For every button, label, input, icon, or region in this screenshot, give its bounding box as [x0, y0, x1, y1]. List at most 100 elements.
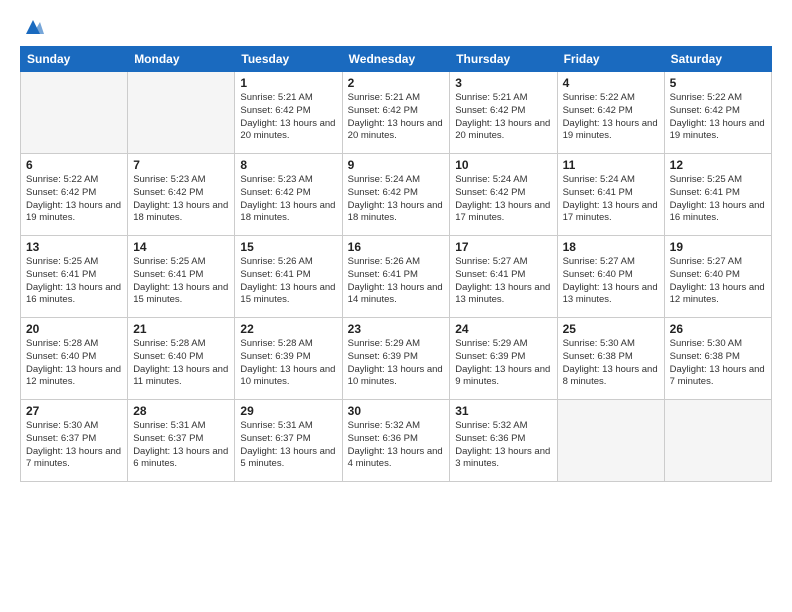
day-cell: 14 Sunrise: 5:25 AM Sunset: 6:41 PM Dayli… — [128, 236, 235, 318]
day-cell: 25 Sunrise: 5:30 AM Sunset: 6:38 PM Dayli… — [557, 318, 664, 400]
day-cell: 2 Sunrise: 5:21 AM Sunset: 6:42 PM Daylig… — [342, 72, 450, 154]
day-info: Sunrise: 5:30 AM Sunset: 6:37 PM Dayligh… — [26, 420, 122, 471]
day-cell: 8Sunrise: 5:23 AM Sunset: 6:42 PM Daylig… — [235, 154, 342, 236]
day-info: Sunrise: 5:28 AM Sunset: 6:39 PM Dayligh… — [240, 338, 336, 389]
day-cell: 30 Sunrise: 5:32 AM Sunset: 6:36 PM Dayli… — [342, 400, 450, 482]
day-info: Sunrise: 5:30 AM Sunset: 6:38 PM Dayligh… — [670, 338, 766, 389]
day-cell — [21, 72, 128, 154]
week-row-5: 27 Sunrise: 5:30 AM Sunset: 6:37 PM Dayli… — [21, 400, 772, 482]
day-number: 22 — [240, 322, 336, 336]
day-number: 7 — [133, 158, 229, 172]
day-cell: 12 Sunrise: 5:25 AM Sunset: 6:41 PM Dayli… — [664, 154, 771, 236]
day-info: Sunrise: 5:26 AM Sunset: 6:41 PM Dayligh… — [348, 256, 445, 307]
day-cell: 28 Sunrise: 5:31 AM Sunset: 6:37 PM Dayli… — [128, 400, 235, 482]
day-info: Sunrise: 5:24 AM Sunset: 6:42 PM Dayligh… — [455, 174, 551, 225]
col-header-tuesday: Tuesday — [235, 47, 342, 72]
day-number: 20 — [26, 322, 122, 336]
col-header-monday: Monday — [128, 47, 235, 72]
day-number: 4 — [563, 76, 659, 90]
day-info: Sunrise: 5:22 AM Sunset: 6:42 PM Dayligh… — [670, 92, 766, 143]
day-number: 9 — [348, 158, 445, 172]
day-number: 6 — [26, 158, 122, 172]
day-info: Sunrise: 5:29 AM Sunset: 6:39 PM Dayligh… — [455, 338, 551, 389]
day-info: Sunrise: 5:28 AM Sunset: 6:40 PM Dayligh… — [26, 338, 122, 389]
day-info: Sunrise: 5:30 AM Sunset: 6:38 PM Dayligh… — [563, 338, 659, 389]
calendar-table: SundayMondayTuesdayWednesdayThursdayFrid… — [20, 46, 772, 482]
day-cell: 7 Sunrise: 5:23 AM Sunset: 6:42 PM Daylig… — [128, 154, 235, 236]
day-number: 8 — [240, 158, 336, 172]
day-number: 12 — [670, 158, 766, 172]
day-info: Sunrise: 5:31 AM Sunset: 6:37 PM Dayligh… — [240, 420, 336, 471]
day-info: Sunrise: 5:26 AM Sunset: 6:41 PM Dayligh… — [240, 256, 336, 307]
day-info: Sunrise: 5:25 AM Sunset: 6:41 PM Dayligh… — [26, 256, 122, 307]
day-info: Sunrise: 5:25 AM Sunset: 6:41 PM Dayligh… — [670, 174, 766, 225]
day-number: 16 — [348, 240, 445, 254]
day-number: 28 — [133, 404, 229, 418]
day-cell: 31Sunrise: 5:32 AM Sunset: 6:36 PM Dayli… — [450, 400, 557, 482]
col-header-sunday: Sunday — [21, 47, 128, 72]
day-cell: 13 Sunrise: 5:25 AM Sunset: 6:41 PM Dayli… — [21, 236, 128, 318]
day-cell: 21 Sunrise: 5:28 AM Sunset: 6:40 PM Dayli… — [128, 318, 235, 400]
week-row-1: 1 Sunrise: 5:21 AM Sunset: 6:42 PM Daylig… — [21, 72, 772, 154]
day-cell: 23 Sunrise: 5:29 AM Sunset: 6:39 PM Dayli… — [342, 318, 450, 400]
day-number: 23 — [348, 322, 445, 336]
day-number: 25 — [563, 322, 659, 336]
day-info: Sunrise: 5:27 AM Sunset: 6:41 PM Dayligh… — [455, 256, 551, 307]
day-cell: 5 Sunrise: 5:22 AM Sunset: 6:42 PM Daylig… — [664, 72, 771, 154]
day-number: 21 — [133, 322, 229, 336]
day-number: 1 — [240, 76, 336, 90]
day-number: 30 — [348, 404, 445, 418]
day-number: 27 — [26, 404, 122, 418]
day-info: Sunrise: 5:27 AM Sunset: 6:40 PM Dayligh… — [670, 256, 766, 307]
day-info: Sunrise: 5:29 AM Sunset: 6:39 PM Dayligh… — [348, 338, 445, 389]
day-info: Sunrise: 5:23 AM Sunset: 6:42 PM Dayligh… — [133, 174, 229, 225]
day-cell — [664, 400, 771, 482]
day-number: 10 — [455, 158, 551, 172]
col-header-friday: Friday — [557, 47, 664, 72]
header-row: SundayMondayTuesdayWednesdayThursdayFrid… — [21, 47, 772, 72]
day-info: Sunrise: 5:28 AM Sunset: 6:40 PM Dayligh… — [133, 338, 229, 389]
day-cell: 22 Sunrise: 5:28 AM Sunset: 6:39 PM Dayli… — [235, 318, 342, 400]
day-number: 11 — [563, 158, 659, 172]
day-info: Sunrise: 5:25 AM Sunset: 6:41 PM Dayligh… — [133, 256, 229, 307]
day-cell: 29Sunrise: 5:31 AM Sunset: 6:37 PM Dayli… — [235, 400, 342, 482]
day-cell: 6 Sunrise: 5:22 AM Sunset: 6:42 PM Daylig… — [21, 154, 128, 236]
week-row-3: 13 Sunrise: 5:25 AM Sunset: 6:41 PM Dayli… — [21, 236, 772, 318]
day-number: 2 — [348, 76, 445, 90]
day-cell: 16 Sunrise: 5:26 AM Sunset: 6:41 PM Dayli… — [342, 236, 450, 318]
day-cell: 27 Sunrise: 5:30 AM Sunset: 6:37 PM Dayli… — [21, 400, 128, 482]
day-info: Sunrise: 5:22 AM Sunset: 6:42 PM Dayligh… — [563, 92, 659, 143]
day-info: Sunrise: 5:32 AM Sunset: 6:36 PM Dayligh… — [348, 420, 445, 471]
day-info: Sunrise: 5:24 AM Sunset: 6:42 PM Dayligh… — [348, 174, 445, 225]
day-number: 15 — [240, 240, 336, 254]
day-info: Sunrise: 5:31 AM Sunset: 6:37 PM Dayligh… — [133, 420, 229, 471]
day-info: Sunrise: 5:21 AM Sunset: 6:42 PM Dayligh… — [348, 92, 445, 143]
day-number: 26 — [670, 322, 766, 336]
day-cell: 24 Sunrise: 5:29 AM Sunset: 6:39 PM Dayli… — [450, 318, 557, 400]
page: SundayMondayTuesdayWednesdayThursdayFrid… — [0, 0, 792, 612]
day-info: Sunrise: 5:21 AM Sunset: 6:42 PM Dayligh… — [455, 92, 551, 143]
day-cell: 3Sunrise: 5:21 AM Sunset: 6:42 PM Daylig… — [450, 72, 557, 154]
day-cell: 20 Sunrise: 5:28 AM Sunset: 6:40 PM Dayli… — [21, 318, 128, 400]
week-row-2: 6 Sunrise: 5:22 AM Sunset: 6:42 PM Daylig… — [21, 154, 772, 236]
day-number: 17 — [455, 240, 551, 254]
day-cell — [557, 400, 664, 482]
day-cell — [128, 72, 235, 154]
day-number: 24 — [455, 322, 551, 336]
day-number: 5 — [670, 76, 766, 90]
day-cell: 17 Sunrise: 5:27 AM Sunset: 6:41 PM Dayli… — [450, 236, 557, 318]
logo-icon — [22, 16, 44, 38]
day-info: Sunrise: 5:22 AM Sunset: 6:42 PM Dayligh… — [26, 174, 122, 225]
col-header-thursday: Thursday — [450, 47, 557, 72]
header — [20, 18, 772, 36]
day-number: 14 — [133, 240, 229, 254]
day-cell: 9 Sunrise: 5:24 AM Sunset: 6:42 PM Daylig… — [342, 154, 450, 236]
day-info: Sunrise: 5:24 AM Sunset: 6:41 PM Dayligh… — [563, 174, 659, 225]
day-info: Sunrise: 5:32 AM Sunset: 6:36 PM Dayligh… — [455, 420, 551, 471]
day-number: 13 — [26, 240, 122, 254]
day-cell: 4 Sunrise: 5:22 AM Sunset: 6:42 PM Daylig… — [557, 72, 664, 154]
day-cell: 26 Sunrise: 5:30 AM Sunset: 6:38 PM Dayli… — [664, 318, 771, 400]
col-header-wednesday: Wednesday — [342, 47, 450, 72]
day-number: 18 — [563, 240, 659, 254]
day-cell: 1Sunrise: 5:21 AM Sunset: 6:42 PM Daylig… — [235, 72, 342, 154]
